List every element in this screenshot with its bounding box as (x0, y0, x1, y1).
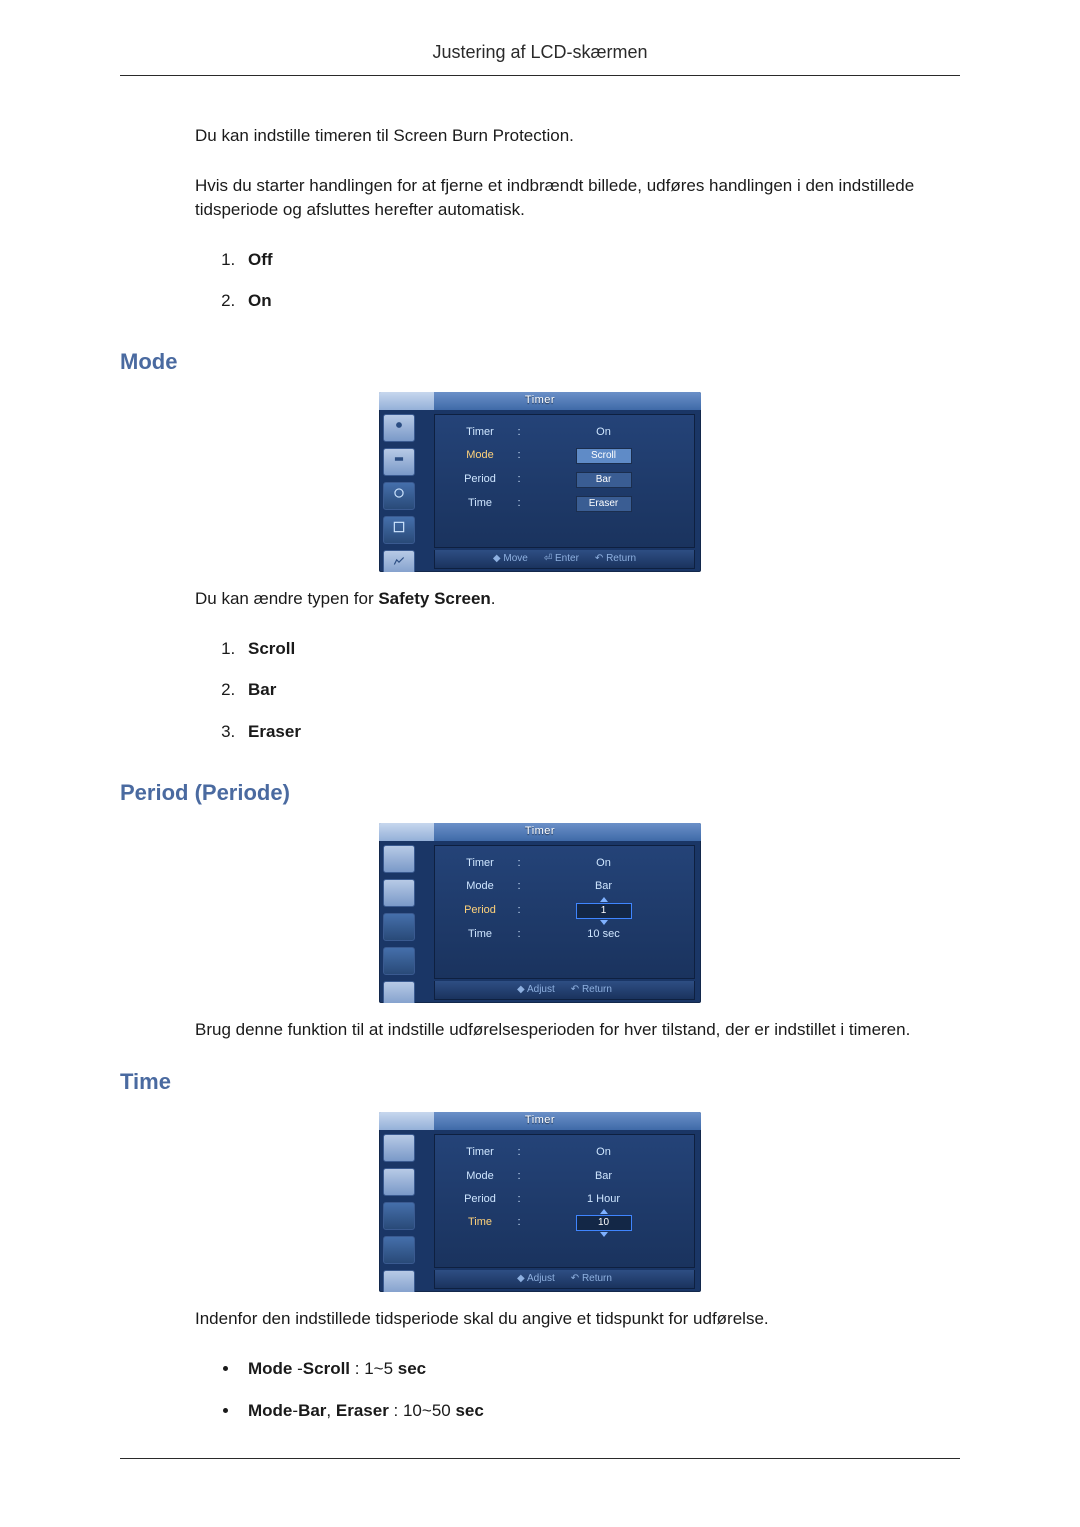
intro-p2: Hvis du starter handlingen for at fjerne… (195, 174, 960, 222)
mode-heading: Mode (120, 347, 960, 378)
osd-v-period: 1 Hour (525, 1192, 682, 1207)
mode-bar: Bar (248, 680, 276, 699)
osd-title-text-3: Timer (525, 1113, 555, 1128)
arrow-down-icon (600, 920, 608, 925)
osd-k-time: Time (447, 496, 513, 512)
arrow-up-icon (600, 1209, 608, 1214)
osd-time-spin: 10 (576, 1215, 632, 1231)
osd-k-period: Period (447, 1192, 513, 1207)
time-desc: Indenfor den indstillede tidsperiode ska… (195, 1307, 960, 1331)
osd-mode: Timer Timer:On Mode:Scroll Period:Bar Ti… (379, 392, 701, 572)
osd-v-time: 10 sec (525, 927, 682, 942)
hint-adjust: ◆ Adjust (517, 1272, 555, 1286)
mode-desc: Du kan ændre typen for Safety Screen. (195, 587, 960, 611)
osd-title-text-2: Timer (525, 824, 555, 839)
osd-tab-3-icon (383, 482, 415, 510)
osd-tab-3-icon (383, 913, 415, 941)
osd-tab-5-icon (383, 550, 415, 572)
period-desc: Brug denne funktion til at indstille udf… (195, 1018, 960, 1042)
osd-k-mode: Mode (447, 879, 513, 894)
osd-tab-5-icon (383, 1270, 415, 1292)
mode-scroll: Scroll (248, 639, 295, 658)
osd-title-text: Timer (525, 393, 555, 408)
osd-tab-3-icon (383, 1202, 415, 1230)
osd-k-timer: Timer (447, 1145, 513, 1160)
arrow-down-icon (600, 1232, 608, 1237)
osd-k-timer: Timer (447, 856, 513, 871)
osd-k-time: Time (447, 927, 513, 942)
osd-k-period: Period (447, 472, 513, 488)
period-heading: Period (Periode) (120, 778, 960, 809)
osd-tab-4-icon (383, 947, 415, 975)
hint-return: ↶ Return (571, 1272, 612, 1286)
hint-move: ◆ Move (493, 552, 528, 566)
osd-v-timer: On (525, 425, 682, 440)
osd-tab-5-icon (383, 981, 415, 1003)
osd-opt-bar: Bar (576, 472, 632, 488)
osd-tab-4-icon (383, 516, 415, 544)
page-title: Justering af LCD-skærmen (0, 40, 1080, 75)
intro-p1: Du kan indstille timeren til Screen Burn… (195, 124, 960, 148)
osd-opt-scroll: Scroll (576, 448, 632, 464)
time-bullet-list: Mode -Scroll : 1~5 sec Mode-Bar, Eraser … (215, 1357, 960, 1423)
osd-title: Timer (379, 392, 701, 410)
time-bullet-1: Mode -Scroll : 1~5 sec (240, 1357, 960, 1381)
time-heading: Time (120, 1067, 960, 1098)
osd-period: Timer Timer:On Mode:Bar Period:1 Time:10… (379, 823, 701, 1003)
osd-tab-2-icon (383, 879, 415, 907)
footer-rule (120, 1458, 960, 1459)
osd-sidebar (383, 414, 423, 572)
arrow-up-icon (600, 897, 608, 902)
osd-v-mode: Bar (525, 1169, 682, 1184)
osd-k-time: Time (447, 1215, 513, 1231)
timer-state-list: Off On (215, 248, 960, 314)
hint-enter: ⏎ Enter (544, 552, 579, 566)
hint-return: ↶ Return (571, 983, 612, 997)
header-rule (120, 75, 960, 76)
osd-tab-1-icon (383, 1134, 415, 1162)
osd-tab-2-icon (383, 1168, 415, 1196)
timer-state-off: Off (248, 250, 273, 269)
mode-eraser: Eraser (248, 722, 301, 741)
osd-tab-1-icon (383, 845, 415, 873)
timer-state-on: On (248, 291, 272, 310)
osd-k-mode: Mode (447, 1169, 513, 1184)
osd-tab-4-icon (383, 1236, 415, 1264)
osd-v-timer: On (525, 856, 682, 871)
osd-period-spin: 1 (576, 903, 632, 919)
osd-k-period: Period (447, 903, 513, 919)
osd-v-mode: Bar (525, 879, 682, 894)
osd-k-timer: Timer (447, 425, 513, 440)
osd-time: Timer Timer:On Mode:Bar Period:1 Hour Ti… (379, 1112, 701, 1292)
osd-v-timer: On (525, 1145, 682, 1160)
osd-tab-2-icon (383, 448, 415, 476)
osd-tab-1-icon (383, 414, 415, 442)
hint-adjust: ◆ Adjust (517, 983, 555, 997)
osd-settings: Timer:On Mode:Scroll Period:Bar Time:Era… (434, 414, 695, 548)
hint-return: ↶ Return (595, 552, 636, 566)
osd-hints: ◆ Move ⏎ Enter ↶ Return (434, 550, 695, 569)
mode-list: Scroll Bar Eraser (215, 637, 960, 744)
osd-opt-eraser: Eraser (576, 496, 632, 512)
osd-k-mode: Mode (447, 448, 513, 464)
time-bullet-2: Mode-Bar, Eraser : 10~50 sec (240, 1399, 960, 1423)
